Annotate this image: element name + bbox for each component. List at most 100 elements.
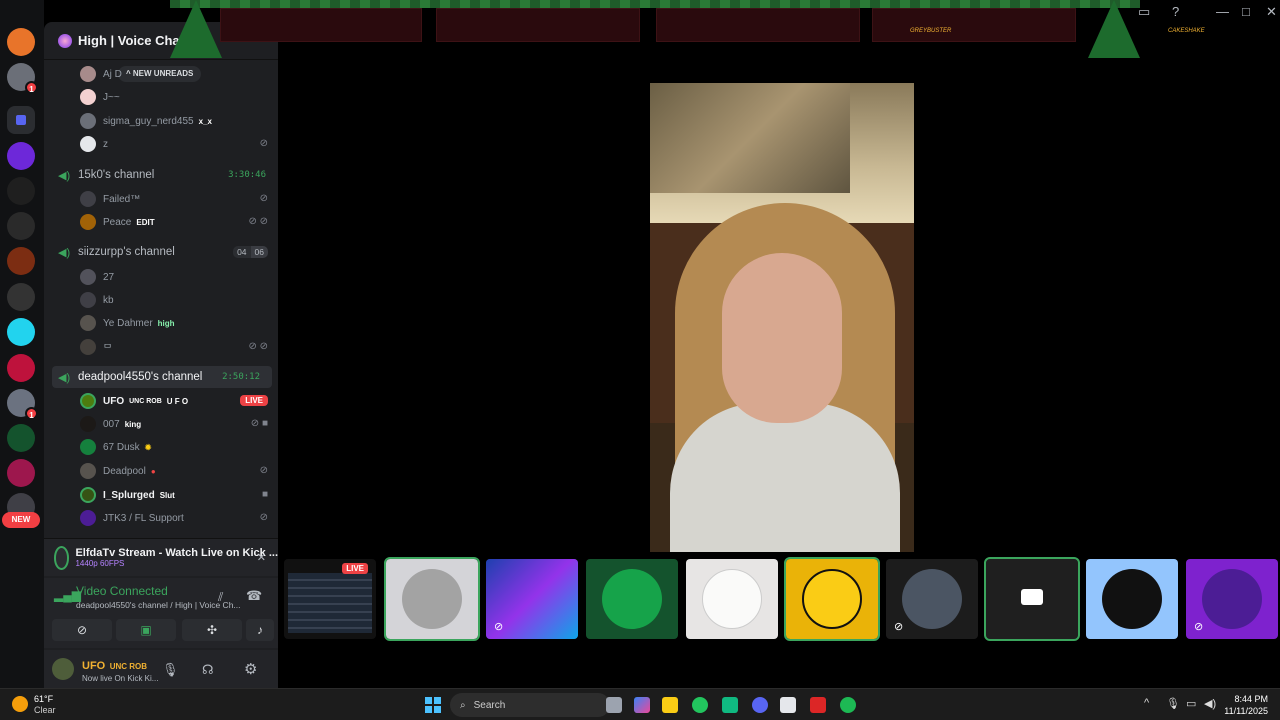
file-explorer-icon[interactable]	[662, 697, 678, 713]
voice-user[interactable]: Failed™ ⊘	[44, 188, 278, 210]
participant-tile[interactable]: LIVE	[284, 559, 376, 639]
volume-icon[interactable]: ◀)	[1204, 697, 1216, 710]
user-name: I_Splurged	[103, 489, 155, 501]
mic-icon[interactable]: 🎙	[1166, 697, 1180, 710]
chrome-icon[interactable]	[692, 697, 708, 713]
participant-tile[interactable]	[384, 557, 480, 641]
server-icon-era[interactable]	[7, 177, 35, 205]
noise-suppression-icon[interactable]: ⫽	[218, 590, 223, 605]
focused-video-stream[interactable]	[650, 83, 914, 552]
voice-user[interactable]: sigma_guy_nerd455 x_x	[44, 110, 278, 132]
help-icon[interactable]: ?	[1172, 4, 1179, 19]
server-icon-gothic[interactable]	[7, 212, 35, 240]
voice-user[interactable]: J~~	[44, 86, 278, 108]
voice-user[interactable]: 007 king ⊘ ■	[44, 413, 278, 435]
video-background	[650, 83, 850, 193]
app-icon[interactable]	[810, 697, 826, 713]
voice-channel-path[interactable]: deadpool4550's channel / High | Voice Ch…	[76, 600, 241, 610]
voice-status[interactable]: Video Connected	[76, 584, 168, 598]
voice-user[interactable]: Peace EDIT ⊘ ⊘	[44, 211, 278, 233]
participant-tile[interactable]	[586, 559, 678, 639]
user-name: z	[103, 138, 108, 150]
participant-tile[interactable]	[984, 557, 1080, 641]
copilot-icon[interactable]	[634, 697, 650, 713]
taskbar-search[interactable]: ⌕ Search	[450, 693, 610, 717]
mic-icon[interactable]: 🎙	[162, 662, 179, 678]
voice-user[interactable]: Ye Dahmer high	[44, 312, 278, 334]
banner-label: CAKESHAKE	[1168, 28, 1205, 34]
voice-user[interactable]: 27	[44, 266, 278, 288]
clock[interactable]: 8:44 PM 11/11/2025	[1224, 693, 1268, 717]
live-badge[interactable]: LIVE	[240, 395, 268, 406]
gear-icon[interactable]: ⚙	[244, 660, 257, 678]
voice-user[interactable]: I_Splurged Slut ■	[44, 484, 278, 506]
participant-tile[interactable]	[1086, 559, 1178, 639]
user-name: UFO	[103, 395, 125, 407]
voice-channel-15k0[interactable]: ◀) 15k0's channel 3:30:46	[44, 164, 278, 186]
server-icon-fire[interactable]	[7, 247, 35, 275]
app-icon[interactable]	[722, 697, 738, 713]
weather-temperature[interactable]: 61°F	[34, 694, 53, 704]
audio-app-icon[interactable]	[780, 697, 796, 713]
server-icon-lips[interactable]	[7, 354, 35, 382]
participant-tile[interactable]: ⊘	[1186, 559, 1278, 639]
voice-user[interactable]: Aj D	[44, 63, 278, 85]
channel-timer: 2:50:12	[222, 372, 260, 382]
soundboard-button[interactable]: ♪	[246, 619, 274, 641]
activities-button[interactable]: ✣	[182, 619, 242, 641]
muted-icon: ⊘	[1194, 621, 1204, 633]
server-icon-pfp[interactable]: 1	[7, 389, 38, 420]
voice-user[interactable]: Deadpool ● ⊘	[44, 460, 278, 482]
inbox-icon[interactable]: ▭	[1138, 4, 1150, 20]
weather-icon[interactable]	[12, 696, 28, 712]
unread-badge: 1	[25, 407, 38, 420]
activity-panel[interactable]: ElfdaTv Stream - Watch Live on Kick ... …	[44, 538, 278, 576]
avatar	[80, 510, 96, 526]
server-icon-pumpkin[interactable]	[7, 28, 35, 56]
server-icon-club-cafe[interactable]	[7, 318, 35, 346]
avatar	[80, 339, 96, 355]
deafened-icon: ⊘	[259, 512, 268, 523]
discord-icon[interactable]	[752, 697, 768, 713]
task-view-icon[interactable]	[606, 697, 622, 713]
folder-icon[interactable]	[7, 106, 35, 134]
new-unread-pill[interactable]: NEW	[2, 512, 40, 528]
voice-user[interactable]: JTK3 / FL Support ⊘	[44, 507, 278, 529]
banner-panel	[872, 8, 1076, 42]
network-icon[interactable]: ▭	[1186, 697, 1196, 710]
avatar	[602, 569, 662, 629]
windows-taskbar: 61°F Clear ⌕ Search ^ 🎙 ▭ ◀) 8:44 PM 11/…	[0, 688, 1280, 720]
voice-channel-deadpool4550[interactable]: ◀) deadpool4550's channel 2:50:12	[52, 366, 272, 388]
avatar	[802, 569, 862, 629]
voice-user[interactable]: ᄆ ⊘ ⊘	[44, 336, 278, 358]
close-window-icon[interactable]: ✕	[1266, 4, 1277, 20]
participant-tile[interactable]: ⊘	[486, 559, 578, 639]
server-icon-profile[interactable]: 1	[7, 63, 38, 94]
avatar[interactable]	[52, 658, 74, 680]
server-icon-dark[interactable]	[7, 283, 35, 311]
user-name: Deadpool	[103, 465, 146, 477]
server-icon-z[interactable]	[7, 142, 35, 170]
chevron-up-icon[interactable]: ^	[1144, 697, 1149, 709]
participant-tile[interactable]	[686, 559, 778, 639]
camera-off-button[interactable]: ⊘	[52, 619, 112, 641]
maximize-icon[interactable]: □	[1242, 4, 1250, 19]
weather-condition[interactable]: Clear	[34, 705, 56, 715]
disconnect-icon[interactable]: ☎	[246, 588, 262, 604]
headphones-icon[interactable]: ☊	[202, 662, 214, 678]
voice-user[interactable]: UFO UNC ROB U F O LIVE	[44, 390, 278, 412]
voice-channel-siizzurpp[interactable]: ◀) siizzurpp's channel 04 06	[44, 241, 278, 263]
participant-tile[interactable]: ⊘	[886, 559, 978, 639]
minimize-icon[interactable]: —	[1216, 4, 1229, 19]
user-tag: x_x	[198, 116, 212, 126]
voice-user[interactable]: kb	[44, 289, 278, 311]
server-icon-pink[interactable]	[7, 459, 35, 487]
spotify-icon[interactable]	[840, 697, 856, 713]
close-stream-icon[interactable]: ✕	[257, 551, 266, 564]
server-icon-green[interactable]	[7, 424, 35, 452]
start-button[interactable]	[425, 697, 441, 713]
voice-user[interactable]: 67 Dusk ✹	[44, 436, 278, 458]
screen-share-button[interactable]: ▣	[116, 619, 176, 641]
voice-user[interactable]: z ⊘	[44, 133, 278, 155]
participant-tile[interactable]	[784, 557, 880, 641]
